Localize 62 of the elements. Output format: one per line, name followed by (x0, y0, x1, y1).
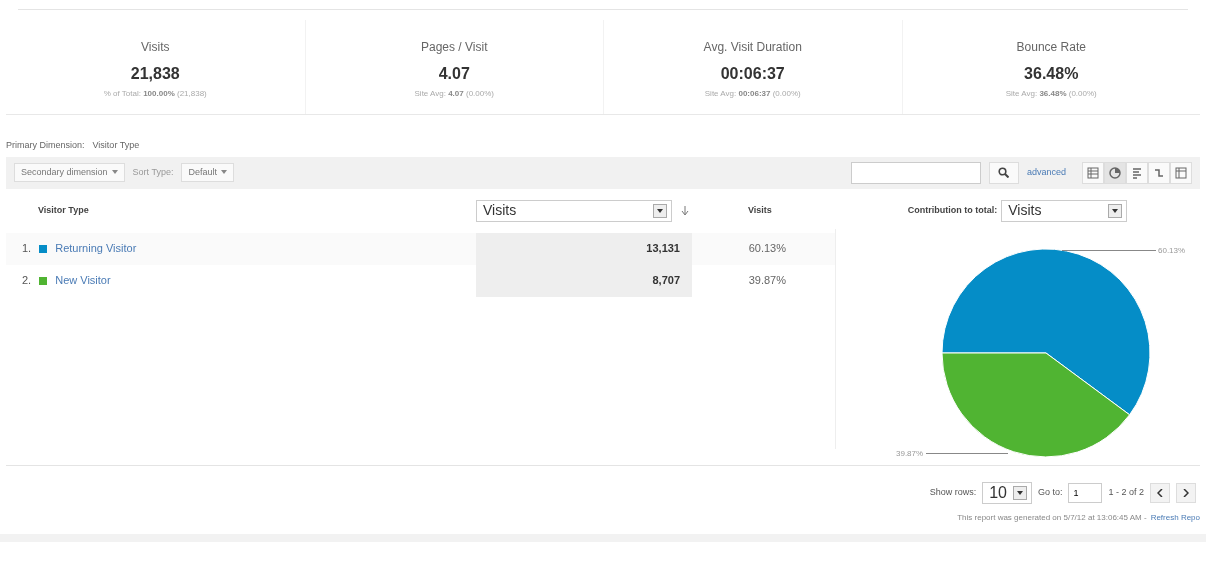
secondary-dimension-dropdown[interactable]: Secondary dimension (14, 162, 125, 183)
next-page-button[interactable] (1176, 482, 1196, 503)
metric-value: 4.07 (437, 64, 471, 84)
row-index: 2. (22, 273, 32, 289)
metric-select[interactable]: Visits (476, 199, 672, 222)
table-view-button[interactable] (1082, 161, 1104, 184)
advanced-link[interactable]: advanced (1026, 165, 1066, 180)
sort-arrow-icon[interactable] (680, 205, 690, 216)
column-header: Visitor Type (37, 203, 90, 217)
metric-value: 36.48% (1023, 64, 1080, 84)
metric-value: 00:06:37 (719, 64, 786, 84)
pie-view-button[interactable] (1104, 161, 1126, 184)
caret-icon (111, 170, 118, 175)
metric-comparison: Site Avg: 4.07 (0.00%) (413, 88, 495, 100)
comparison-view-button[interactable] (1148, 161, 1170, 184)
page-range: 1 - 2 of 2 (1108, 485, 1144, 499)
table-cell-text: 60.13% (747, 241, 786, 257)
contribution-select[interactable]: Visits (1001, 199, 1128, 222)
contribution-label: Contribution to total: (907, 203, 998, 217)
pivot-view-icon (1175, 166, 1187, 179)
table-view-icon (1087, 166, 1099, 179)
next-icon (1183, 488, 1189, 497)
goto-label: Go to: (1037, 485, 1063, 499)
goto-field[interactable]: 1 (1068, 482, 1103, 503)
bar-view-button[interactable] (1126, 161, 1148, 184)
data-label: 39.87% (896, 448, 924, 457)
visitor-type-link[interactable]: New Visitor (55, 272, 111, 289)
primary-dimension-label: Primary Dimension: (6, 139, 85, 152)
pie-slice[interactable] (941, 352, 1131, 457)
rows-select[interactable]: 10 (982, 481, 1032, 504)
metric-comparison: Site Avg: 36.48% (0.00%) (1004, 88, 1098, 100)
pie-view-icon (1109, 166, 1121, 179)
search-field[interactable] (850, 161, 981, 184)
report-note: This report was generated on 5/7/12 at 13:06:45 AM - (957, 511, 1147, 524)
bar-view-icon (1131, 166, 1143, 179)
table-cell: 13,131 (476, 232, 692, 265)
row-index: 1. (22, 241, 32, 257)
metric-value: 21,838 (129, 64, 181, 84)
visitor-type-link[interactable]: Returning Visitor (55, 240, 137, 257)
sort-type-label: Sort Type: (132, 165, 174, 179)
column-header: Visits (747, 203, 772, 217)
search-icon (998, 167, 1010, 178)
refresh-link[interactable]: Refresh Repo (1150, 511, 1200, 524)
metric-label: Pages / Visit (420, 39, 489, 56)
previous-icon (1157, 488, 1163, 497)
primary-dimension-value[interactable]: Visitor Type (92, 139, 140, 153)
pivot-view-button[interactable] (1170, 161, 1192, 184)
metric-label: Avg. Visit Duration (702, 39, 803, 56)
data-label: 60.13% (1158, 245, 1186, 255)
metric-comparison: % of Total: 100.00% (21,838) (102, 88, 208, 100)
metric-label: Visits (140, 39, 171, 56)
search-button[interactable] (988, 161, 1019, 184)
caret-icon (220, 170, 227, 175)
previous-page-button[interactable] (1150, 482, 1170, 503)
table-cell: 8,707 (476, 264, 692, 297)
show-rows-label: Show rows: (929, 485, 977, 499)
sort-type-dropdown[interactable]: Default (181, 162, 234, 183)
metric-label: Bounce Rate (1015, 39, 1087, 56)
pie-slice[interactable] (941, 248, 1151, 415)
table-cell-text: 39.87% (747, 273, 786, 289)
metric-comparison: Site Avg: 00:06:37 (0.00%) (703, 88, 802, 100)
comparison-view-icon (1153, 166, 1165, 179)
